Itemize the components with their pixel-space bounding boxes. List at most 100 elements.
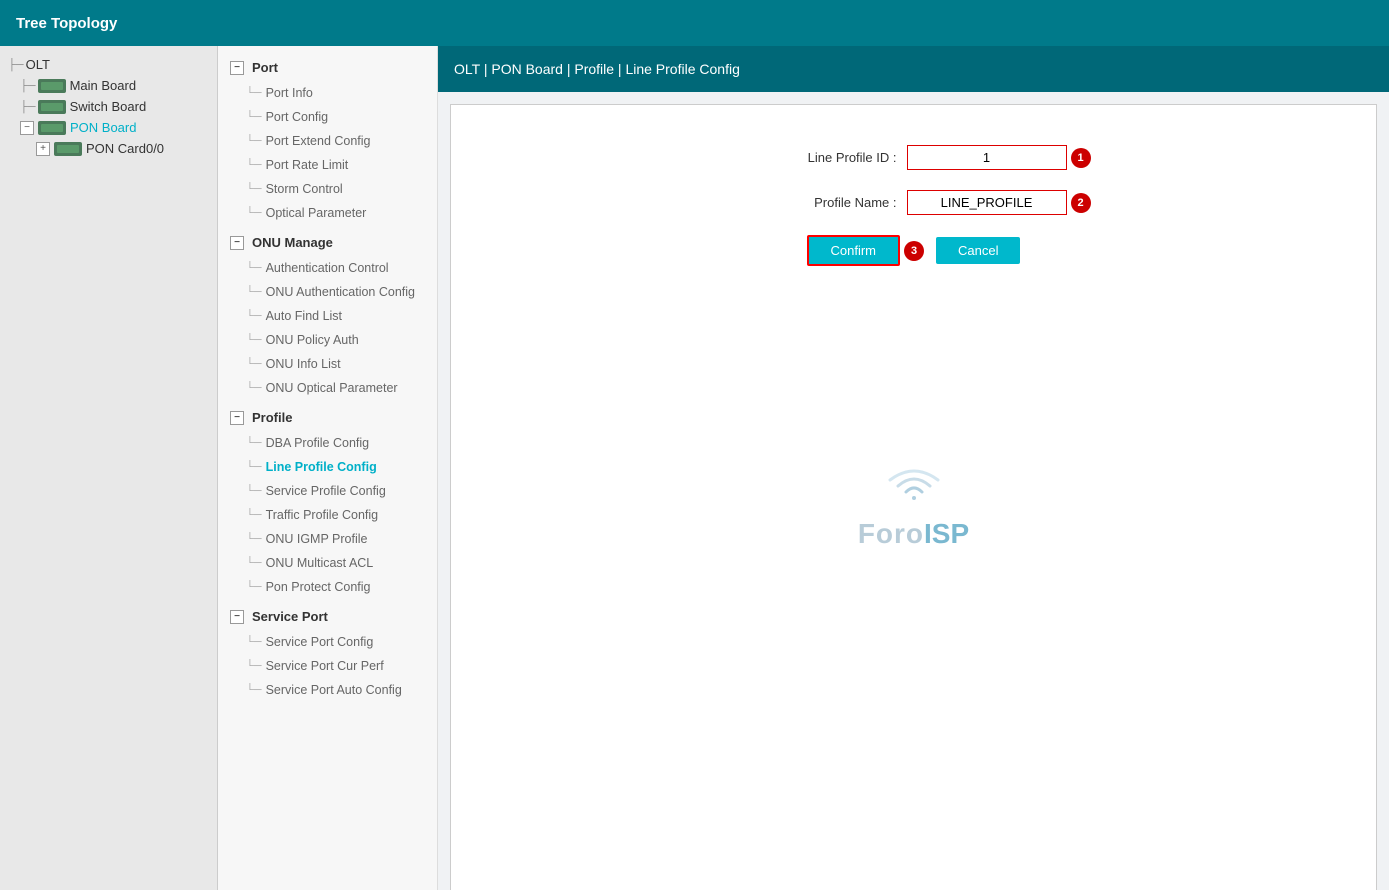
- prefix-port-rate: └─: [246, 159, 262, 171]
- line-profile-id-label: Line Profile ID :: [737, 150, 897, 165]
- prefix-sp-config: └─: [246, 636, 262, 648]
- menu-item-onu-optical[interactable]: └─ ONU Optical Parameter: [218, 376, 437, 400]
- watermark-text-row: Foro ISP: [858, 518, 969, 550]
- button-row: Confirm 3 Cancel: [471, 235, 1356, 266]
- prefix-onu-info: └─: [246, 358, 262, 370]
- tree-node-pon-card[interactable]: + PON Card0/0: [4, 138, 213, 159]
- badge-wrapper-2: 2: [907, 190, 1091, 215]
- tree-node-olt[interactable]: ├─ OLT: [4, 54, 213, 75]
- tree-node-switch-board[interactable]: ├─ Switch Board: [4, 96, 213, 117]
- pon-board-label: PON Board: [70, 120, 136, 135]
- prefix-onu-optical: └─: [246, 382, 262, 394]
- tree-topology: ├─ OLT ├─ Main Board ├─ Switch Board − P…: [0, 46, 217, 167]
- pon-card-label: PON Card0/0: [86, 141, 164, 156]
- tree-node-pon-board[interactable]: − PON Board: [4, 117, 213, 138]
- menu-item-service-port-config[interactable]: └─ Service Port Config: [218, 630, 437, 654]
- menu-item-line-profile[interactable]: └─ Line Profile Config: [218, 455, 437, 479]
- line-profile-id-input[interactable]: [907, 145, 1067, 170]
- prefix-auth-control: └─: [246, 262, 262, 274]
- menu-item-port-rate-limit[interactable]: └─ Port Rate Limit: [218, 153, 437, 177]
- breadcrumb: OLT | PON Board | Profile | Line Profile…: [454, 61, 740, 77]
- menu-item-optical-parameter[interactable]: └─ Optical Parameter: [218, 201, 437, 225]
- menu-item-onu-igmp[interactable]: └─ ONU IGMP Profile: [218, 527, 437, 551]
- prefix-port-info: └─: [246, 87, 262, 99]
- menu-item-traffic-label: Traffic Profile Config: [266, 508, 379, 522]
- menu-item-service-port-auto-config[interactable]: └─ Service Port Auto Config: [218, 678, 437, 702]
- port-section-label: Port: [252, 60, 278, 75]
- menu-item-auth-control-label: Authentication Control: [266, 261, 389, 275]
- prefix-port-extend: └─: [246, 135, 262, 147]
- menu-item-port-config[interactable]: └─ Port Config: [218, 105, 437, 129]
- profile-name-row: Profile Name : 2: [471, 190, 1356, 215]
- main-board-label: Main Board: [70, 78, 136, 93]
- menu-item-onu-auth-config[interactable]: └─ ONU Authentication Config: [218, 280, 437, 304]
- menu-item-sp-auto-label: Service Port Auto Config: [266, 683, 402, 697]
- expand-profile[interactable]: −: [230, 411, 244, 425]
- menu-item-service-profile-label: Service Profile Config: [266, 484, 386, 498]
- menu-item-service-profile[interactable]: └─ Service Profile Config: [218, 479, 437, 503]
- content-header: OLT | PON Board | Profile | Line Profile…: [438, 46, 1389, 92]
- menu-section-profile-title[interactable]: − Profile: [218, 404, 437, 431]
- profile-name-label: Profile Name :: [737, 195, 897, 210]
- prefix-onu-auth-config: └─: [246, 286, 262, 298]
- menu-section-onu-manage: − ONU Manage └─ Authentication Control └…: [218, 229, 437, 400]
- watermark-text-isp: ISP: [924, 518, 969, 550]
- menu-item-auto-find-list[interactable]: └─ Auto Find List: [218, 304, 437, 328]
- menu-item-storm-label: Storm Control: [266, 182, 343, 196]
- menu-section-service-port-title[interactable]: − Service Port: [218, 603, 437, 630]
- cancel-button[interactable]: Cancel: [936, 237, 1020, 264]
- pon-board-icon: [38, 121, 66, 135]
- menu-item-onu-info-label: ONU Info List: [266, 357, 341, 371]
- menu-item-auth-control[interactable]: └─ Authentication Control: [218, 256, 437, 280]
- prefix-optical: └─: [246, 207, 262, 219]
- menu-item-onu-info-list[interactable]: └─ ONU Info List: [218, 352, 437, 376]
- form-card: Line Profile ID : 1 Profile Name : 2: [450, 104, 1377, 890]
- expand-pon-card[interactable]: +: [36, 142, 50, 156]
- badge-wrapper-1: 1: [907, 145, 1091, 170]
- menu-item-optical-label: Optical Parameter: [266, 206, 367, 220]
- watermark-area: Foro ISP: [471, 466, 1356, 550]
- menu-item-onu-policy-auth[interactable]: └─ ONU Policy Auth: [218, 328, 437, 352]
- tree-node-main-board[interactable]: ├─ Main Board: [4, 75, 213, 96]
- prefix-pon-protect: └─: [246, 581, 262, 593]
- step-badge-2: 2: [1071, 193, 1091, 213]
- menu-item-onu-auth-config-label: ONU Authentication Config: [266, 285, 415, 299]
- app-header: Tree Topology: [0, 0, 1389, 46]
- menu-item-storm-control[interactable]: └─ Storm Control: [218, 177, 437, 201]
- confirm-button[interactable]: Confirm: [807, 235, 901, 266]
- step-badge-3: 3: [904, 241, 924, 261]
- menu-item-auto-find-label: Auto Find List: [266, 309, 342, 323]
- service-port-section-label: Service Port: [252, 609, 328, 624]
- expand-onu[interactable]: −: [230, 236, 244, 250]
- badge-wrapper-3: Confirm 3: [807, 235, 925, 266]
- menu-item-port-extend-config[interactable]: └─ Port Extend Config: [218, 129, 437, 153]
- menu-item-service-port-cur-perf[interactable]: └─ Service Port Cur Perf: [218, 654, 437, 678]
- profile-name-input[interactable]: [907, 190, 1067, 215]
- onu-section-label: ONU Manage: [252, 235, 333, 250]
- wifi-icon: [884, 466, 944, 514]
- prefix-traffic: └─: [246, 509, 262, 521]
- menu-item-pon-protect[interactable]: └─ Pon Protect Config: [218, 575, 437, 599]
- switch-board-icon: [38, 100, 66, 114]
- menu-panel: − Port └─ Port Info └─ Port Config └─ Po…: [218, 46, 438, 890]
- menu-section-service-port: − Service Port └─ Service Port Config └─…: [218, 603, 437, 702]
- menu-item-onu-multicast[interactable]: └─ ONU Multicast ACL: [218, 551, 437, 575]
- menu-section-port-title[interactable]: − Port: [218, 54, 437, 81]
- expand-service-port[interactable]: −: [230, 610, 244, 624]
- menu-item-dba-profile[interactable]: └─ DBA Profile Config: [218, 431, 437, 455]
- menu-item-port-info[interactable]: └─ Port Info: [218, 81, 437, 105]
- menu-item-traffic-profile[interactable]: └─ Traffic Profile Config: [218, 503, 437, 527]
- expand-port[interactable]: −: [230, 61, 244, 75]
- tree-branch-olt: ├─: [8, 59, 24, 71]
- prefix-port-config: └─: [246, 111, 262, 123]
- watermark-text-foro: Foro: [858, 518, 924, 550]
- expand-pon-board[interactable]: −: [20, 121, 34, 135]
- menu-section-onu-title[interactable]: − ONU Manage: [218, 229, 437, 256]
- prefix-service-profile: └─: [246, 485, 262, 497]
- content-body: Line Profile ID : 1 Profile Name : 2: [438, 92, 1389, 890]
- menu-item-port-extend-label: Port Extend Config: [266, 134, 371, 148]
- menu-item-onu-optical-label: ONU Optical Parameter: [266, 381, 398, 395]
- tree-branch-switch-board: ├─: [20, 101, 36, 113]
- menu-item-port-config-label: Port Config: [266, 110, 329, 124]
- prefix-dba: └─: [246, 437, 262, 449]
